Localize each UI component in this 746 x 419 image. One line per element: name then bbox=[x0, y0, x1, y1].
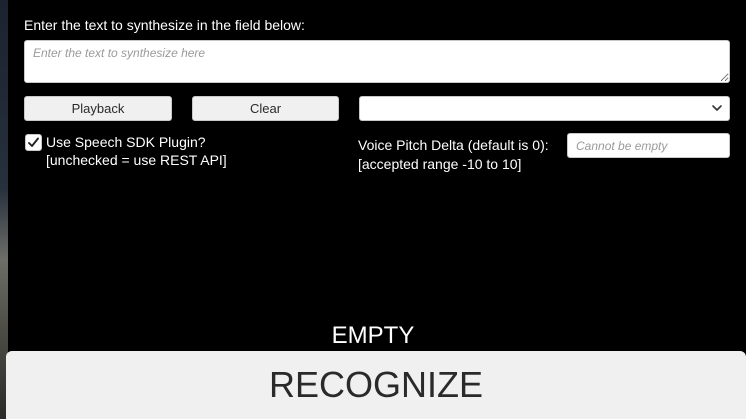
check-icon bbox=[28, 137, 39, 147]
playback-button[interactable]: Playback bbox=[24, 96, 172, 121]
voice-dropdown[interactable] bbox=[359, 96, 730, 121]
chevron-down-icon bbox=[712, 105, 722, 111]
speech-sdk-hint: [unchecked = use REST API] bbox=[46, 152, 227, 168]
synthesize-prompt-label: Enter the text to synthesize in the fiel… bbox=[24, 17, 305, 33]
speech-sdk-label: Use Speech SDK Plugin? bbox=[46, 134, 206, 150]
clear-button[interactable]: Clear bbox=[192, 96, 339, 121]
pitch-input[interactable] bbox=[567, 133, 730, 158]
recognize-button[interactable]: RECOGNIZE bbox=[6, 351, 746, 419]
pitch-label: Voice Pitch Delta (default is 0): bbox=[358, 137, 549, 153]
synthesize-text-input[interactable] bbox=[24, 40, 730, 83]
pitch-range-hint: [accepted range -10 to 10] bbox=[358, 156, 522, 172]
status-text: EMPTY bbox=[331, 322, 415, 349]
speech-sdk-checkbox[interactable] bbox=[25, 134, 42, 151]
